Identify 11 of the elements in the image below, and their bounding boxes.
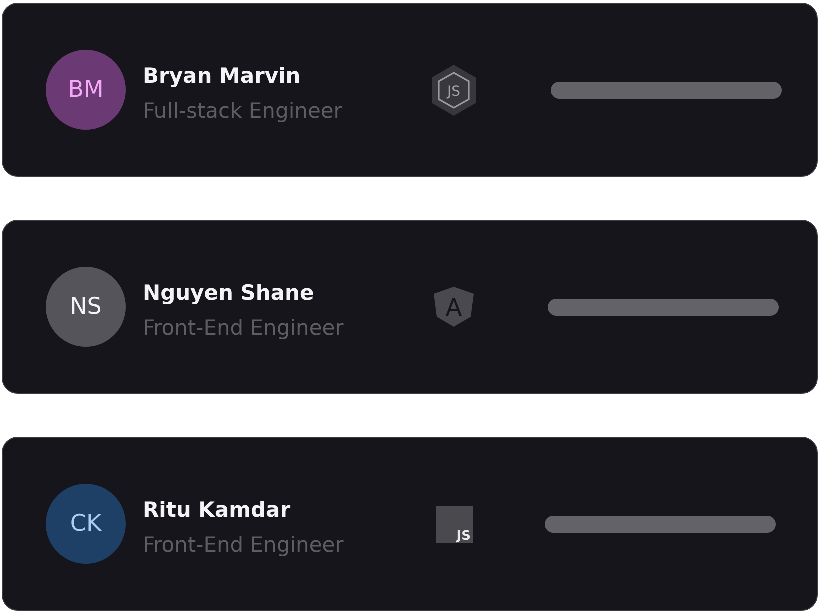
member-name: Bryan Marvin <box>143 62 301 90</box>
js-tile-icon: JS <box>436 506 472 542</box>
member-role: Full-stack Engineer <box>143 98 342 124</box>
member-name: Nguyen Shane <box>143 280 314 306</box>
hexagon-logo-icon: JS <box>432 64 476 116</box>
avatar-initials: BM <box>68 76 104 104</box>
avatar-initials: NS <box>70 293 102 321</box>
member-name: Ritu Kamdar <box>143 496 291 524</box>
member-role: Front-End Engineer <box>143 314 344 342</box>
member-role: Front-End Engineer <box>143 532 344 558</box>
avatar-initials: CK <box>70 510 102 538</box>
